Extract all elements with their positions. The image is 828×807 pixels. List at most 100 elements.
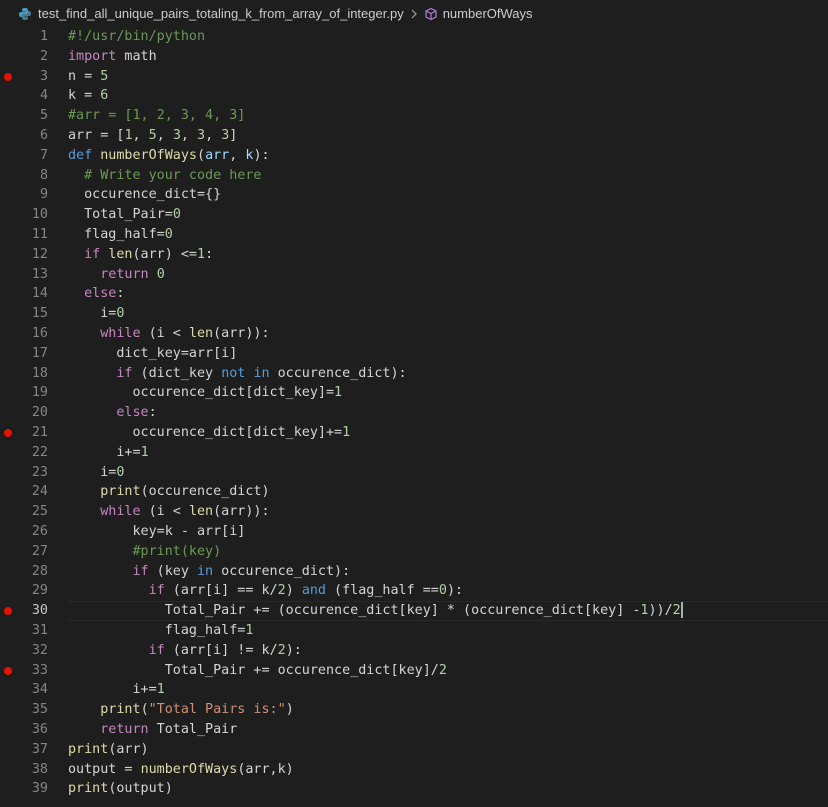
line-number: 4 <box>39 88 48 104</box>
line-number: 10 <box>31 207 48 223</box>
code-line[interactable]: 24 print(occurence_dict) <box>0 482 828 502</box>
code-line[interactable]: 17 dict_key=arr[i] <box>0 344 828 364</box>
code-line[interactable]: 35 print("Total Pairs is:") <box>0 700 828 720</box>
code-text: else: <box>68 284 124 304</box>
code-line[interactable]: 39 print(output) <box>0 779 828 799</box>
line-number: 13 <box>31 266 48 282</box>
code-token: 1 <box>140 444 149 460</box>
code-line[interactable]: 26 key=k - arr[i] <box>0 522 828 542</box>
breadcrumb-file[interactable]: test_find_all_unique_pairs_totaling_k_fr… <box>38 6 404 21</box>
code-token: , <box>229 147 246 163</box>
code-text: return Total_Pair <box>68 720 237 740</box>
code-text: #print(key) <box>68 542 222 562</box>
code-line[interactable]: 19 occurence_dict[dict_key]=1 <box>0 383 828 403</box>
code-token: (i < <box>140 326 189 341</box>
code-text: i=0 <box>68 304 124 324</box>
code-token: "Total Pairs is:" <box>148 702 286 718</box>
code-line[interactable]: 20 else: <box>0 403 828 423</box>
line-number: 7 <box>39 147 48 163</box>
code-token: 2 <box>438 662 447 678</box>
code-line[interactable]: 11 flag_half=0 <box>0 225 828 245</box>
code-text: key=k - arr[i] <box>68 522 245 542</box>
code-text: print(occurence_dict) <box>68 482 269 502</box>
code-token: i= <box>68 306 117 322</box>
code-token: len <box>188 326 214 341</box>
code-text: occurence_dict[dict_key]=1 <box>68 383 342 403</box>
code-token: 1 <box>245 623 254 638</box>
code-line[interactable]: 28 if (key in occurence_dict): <box>0 562 828 582</box>
code-line[interactable]: 36 return Total_Pair <box>0 720 828 740</box>
code-token: 0 <box>172 207 181 223</box>
code-token: arr = [ <box>68 128 125 143</box>
code-line[interactable]: 12 if len(arr) <=1: <box>0 245 828 265</box>
code-token: : <box>116 286 125 302</box>
code-token: len <box>188 504 214 520</box>
line-number: 30 <box>31 603 48 619</box>
code-token: (key <box>148 563 197 579</box>
code-token: (flag_half == <box>326 583 439 599</box>
code-line[interactable]: 18 if (dict_key not in occurence_dict): <box>0 364 828 384</box>
code-text: if (key in occurence_dict): <box>68 562 351 582</box>
code-token: arr <box>205 147 230 163</box>
code-line[interactable]: 23 i=0 <box>0 463 828 483</box>
code-line[interactable]: 5 #arr = [1, 2, 3, 4, 3] <box>0 106 828 126</box>
line-number: 23 <box>31 464 48 480</box>
code-line[interactable]: 3 n = 5 <box>0 67 828 87</box>
code-line[interactable]: 9 occurence_dict={} <box>0 185 828 205</box>
code-token: flag_half= <box>68 227 165 242</box>
code-token: 1 <box>156 682 165 698</box>
breadcrumb: test_find_all_unique_pairs_totaling_k_fr… <box>0 0 828 27</box>
line-number: 11 <box>31 227 48 242</box>
code-line[interactable]: 33 Total_Pair += occurence_dict[key]/2 <box>0 661 828 681</box>
code-line[interactable]: 22 i+=1 <box>0 443 828 463</box>
code-token: else <box>116 405 149 421</box>
code-token: Total_Pair= <box>68 207 173 223</box>
line-number: 27 <box>31 543 48 559</box>
code-line[interactable]: 4 k = 6 <box>0 86 828 106</box>
code-line[interactable]: 34 i+=1 <box>0 680 828 700</box>
code-line[interactable]: 29 if (arr[i] == k/2) and (flag_half ==0… <box>0 581 828 601</box>
code-line[interactable]: 30 Total_Pair += (occurence_dict[key] * … <box>0 601 828 622</box>
line-number: 34 <box>31 682 48 698</box>
code-line[interactable]: 16 while (i < len(arr)): <box>0 324 828 344</box>
code-line[interactable]: 21 occurence_dict[dict_key]+=1 <box>0 423 828 443</box>
line-number: 22 <box>31 444 48 460</box>
breadcrumb-symbol[interactable]: numberOfWays <box>443 6 533 21</box>
code-token: ( <box>197 147 206 163</box>
code-line[interactable]: 38 output = numberOfWays(arr,k) <box>0 760 828 780</box>
line-number: 24 <box>31 484 48 500</box>
code-token: , <box>156 128 173 143</box>
code-line[interactable]: 7 def numberOfWays(arr, k): <box>0 146 828 166</box>
code-line[interactable]: 1 #!/usr/bin/python <box>0 27 828 47</box>
line-number: 29 <box>31 583 48 599</box>
code-line[interactable]: 27 #print(key) <box>0 542 828 562</box>
code-line[interactable]: 15 i=0 <box>0 304 828 324</box>
code-line[interactable]: 2 import math <box>0 47 828 67</box>
code-line[interactable]: 10 Total_Pair=0 <box>0 205 828 225</box>
code-line[interactable]: 8 # Write your code here <box>0 166 828 186</box>
line-number: 6 <box>39 128 48 143</box>
code-line[interactable]: 6 arr = [1, 5, 3, 3, 3] <box>0 126 828 146</box>
code-token: occurence_dict[dict_key]+= <box>68 425 343 440</box>
code-line[interactable]: 25 while (i < len(arr)): <box>0 502 828 522</box>
code-editor[interactable]: 1 #!/usr/bin/python 2 import math 3 n = 5 4 k =… <box>0 27 828 807</box>
code-line[interactable]: 37 print(arr) <box>0 740 828 760</box>
code-line[interactable]: 31 flag_half=1 <box>0 621 828 641</box>
code-token: print <box>100 702 141 718</box>
code-text: Total_Pair += occurence_dict[key]/2 <box>68 661 447 681</box>
code-token: : <box>148 405 157 421</box>
code-token: k = <box>68 88 101 104</box>
code-line[interactable]: 32 if (arr[i] != k/2): <box>0 641 828 661</box>
code-line[interactable]: 14 else: <box>0 284 828 304</box>
code-token: 5 <box>100 68 109 84</box>
line-number: 3 <box>39 68 48 84</box>
code-token: 1 <box>197 246 206 262</box>
code-line[interactable]: 13 return 0 <box>0 265 828 285</box>
code-token: ) <box>285 583 302 599</box>
